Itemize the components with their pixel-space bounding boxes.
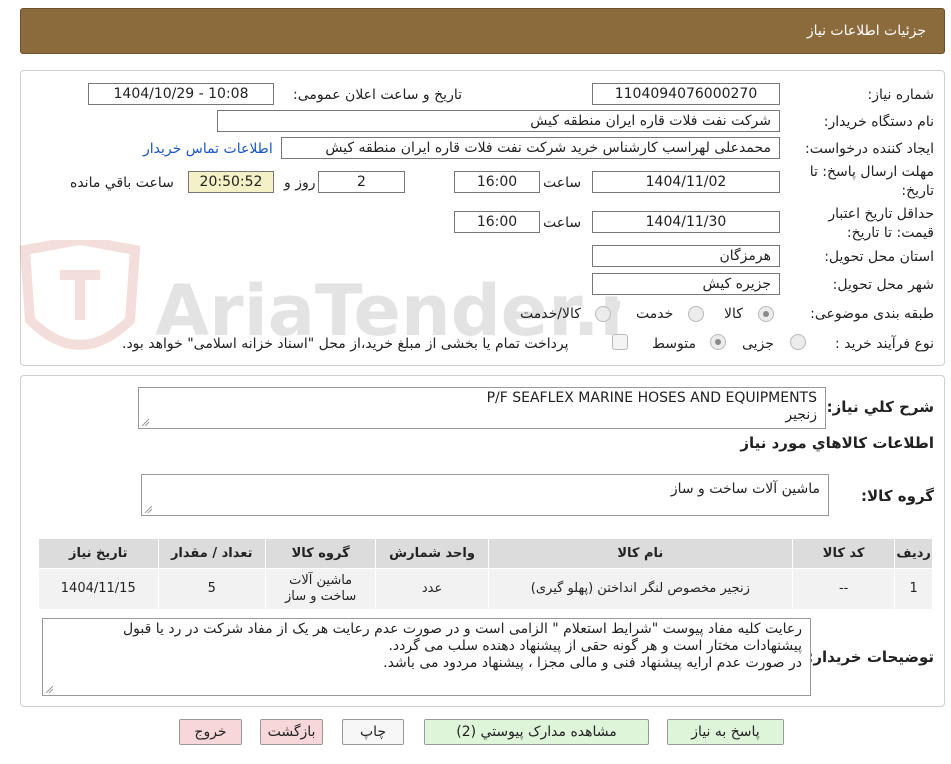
resize-grip-icon[interactable] xyxy=(141,418,149,426)
reply-deadline-date-field: 1404/11/02 xyxy=(592,171,780,193)
requester-label: ایجاد کننده درخواست: xyxy=(805,141,934,157)
validity-time-field: 16:00 xyxy=(454,211,540,233)
col-code: کد کالا xyxy=(791,538,896,569)
buyer-notes-textarea[interactable]: رعایت کلیه مفاد پیوست "شرایط استعلام " ا… xyxy=(42,618,811,696)
treasury-note: پرداخت تمام یا بخشی از مبلغ خرید،از محل … xyxy=(122,336,569,352)
city-field: جزیره کیش xyxy=(592,273,780,295)
back-button[interactable]: بازگشت xyxy=(260,719,323,745)
province-field: هرمزگان xyxy=(592,245,780,267)
process-option-medium: متوسط xyxy=(652,336,696,352)
category-radio-service[interactable] xyxy=(688,306,704,322)
announce-label: تاریخ و ساعت اعلان عمومی: xyxy=(293,87,462,103)
cell-row: 1 xyxy=(894,568,933,610)
goods-table: ردیف کد کالا نام کالا واحد شمارش گروه کا… xyxy=(38,538,933,610)
requester-field: محمدعلی لهراسب کارشناس خرید شرکت نفت فلا… xyxy=(281,137,780,159)
col-name: نام کالا xyxy=(487,538,793,569)
summary-label: شرح كلي نياز: xyxy=(826,398,934,416)
process-radio-minor[interactable] xyxy=(790,334,806,350)
col-unit: واحد شمارش xyxy=(375,538,489,569)
process-option-minor: جزیی xyxy=(742,336,774,352)
category-radio-goods-service[interactable] xyxy=(595,306,611,322)
cell-code: -- xyxy=(791,568,896,610)
days-remaining-field: 2 xyxy=(318,171,405,193)
col-date: تاریخ نیاز xyxy=(38,538,159,569)
reply-deadline-time-field: 16:00 xyxy=(454,171,540,193)
cell-group-line-2: ساخت و ساز xyxy=(284,589,357,604)
col-group: گروه کالا xyxy=(264,538,377,569)
buyer-notes-label: توضیحات خریدار: xyxy=(807,648,934,666)
buyer-org-field: شرکت نفت فلات قاره ایران منطقه کیش xyxy=(217,110,780,132)
goods-group-textarea[interactable]: ماشین آلات ساخت و ساز xyxy=(141,474,829,516)
category-option-goods: کالا xyxy=(724,306,743,322)
goods-group-value: ماشین آلات ساخت و ساز xyxy=(670,481,820,497)
page-header: جزئیات اطلاعات نیاز xyxy=(20,8,945,54)
print-button[interactable]: چاپ xyxy=(342,719,404,745)
validity-label: حداقل تاریخ اعتبار قیمت: تا تاریخ: xyxy=(828,206,934,241)
buyer-notes-line-1: رعایت کلیه مفاد پیوست "شرایط استعلام " ا… xyxy=(122,621,802,637)
cell-unit: عدد xyxy=(375,568,489,610)
need-number-label: شماره نیاز: xyxy=(867,87,935,103)
table-header-row: ردیف کد کالا نام کالا واحد شمارش گروه کا… xyxy=(38,538,933,569)
buyer-notes-line-2: پیشنهادات مختار است و هر گونه حقی از پیش… xyxy=(388,638,802,654)
city-label: شهر محل تحویل: xyxy=(832,277,934,293)
reply-time-label: ساعت xyxy=(543,175,582,191)
view-attachments-button[interactable]: مشاهده مدارک پیوستي (2) xyxy=(424,719,649,745)
cell-date: 1404/11/15 xyxy=(38,568,159,610)
time-remaining-field: 20:50:52 xyxy=(188,171,274,193)
resize-grip-icon[interactable] xyxy=(144,505,152,513)
page-title: جزئیات اطلاعات نیاز xyxy=(806,23,926,39)
days-label: روز و xyxy=(284,175,316,191)
validity-date-field: 1404/11/30 xyxy=(592,211,780,233)
announce-datetime-field: 1404/10/29 - 10:08 xyxy=(88,83,274,105)
category-label: طبقه بندی موضوعی: xyxy=(810,306,934,322)
cell-qty: 5 xyxy=(157,568,266,610)
time-remaining-label: ساعت باقي مانده xyxy=(70,175,174,191)
cell-name: زنجیر مخصوص لنگر انداختن (پهلو گیری) xyxy=(487,568,793,610)
table-row: 1 -- زنجیر مخصوص لنگر انداختن (پهلو گیری… xyxy=(38,568,933,610)
category-option-service: خدمت xyxy=(636,306,674,322)
col-row: ردیف xyxy=(894,538,933,569)
goods-info-title: اطلاعات كالاهاي مورد نياز xyxy=(740,434,934,452)
treasury-checkbox[interactable] xyxy=(612,334,628,350)
buyer-org-label: نام دستگاه خریدار: xyxy=(823,114,934,130)
col-qty: تعداد / مقدار xyxy=(157,538,266,569)
cell-group-line-1: ماشین آلات xyxy=(289,573,353,588)
category-option-goods-service: کالا/خدمت xyxy=(520,306,581,322)
category-radio-goods[interactable] xyxy=(758,306,774,322)
resize-grip-icon[interactable] xyxy=(45,685,53,693)
goods-group-label: گروه كالا: xyxy=(861,487,934,505)
summary-textarea[interactable]: P/F SEAFLEX MARINE HOSES AND EQUIPMENTS … xyxy=(138,387,826,429)
validity-time-label: ساعت xyxy=(543,215,582,231)
process-radio-medium[interactable] xyxy=(710,334,726,350)
buyer-notes-line-3: در صورت عدم ارایه پیشنهاد فنی و مالی مجز… xyxy=(383,655,802,671)
reply-deadline-label: مهلت ارسال پاسخ: تا تاریخ: xyxy=(809,164,934,199)
buyer-contact-link[interactable]: اطلاعات تماس خریدار xyxy=(143,141,273,157)
process-label: نوع فرآیند خرید : xyxy=(835,336,934,352)
reply-button[interactable]: پاسخ به نیاز xyxy=(667,719,784,745)
need-number-field: 1104094076000270 xyxy=(592,83,780,105)
province-label: استان محل تحویل: xyxy=(824,249,934,265)
summary-line-1: P/F SEAFLEX MARINE HOSES AND EQUIPMENTS xyxy=(486,390,817,406)
cell-group: ماشین آلات ساخت و ساز xyxy=(264,568,377,610)
exit-button[interactable]: خروج xyxy=(179,719,242,745)
summary-line-2: زنجیر xyxy=(785,407,817,423)
